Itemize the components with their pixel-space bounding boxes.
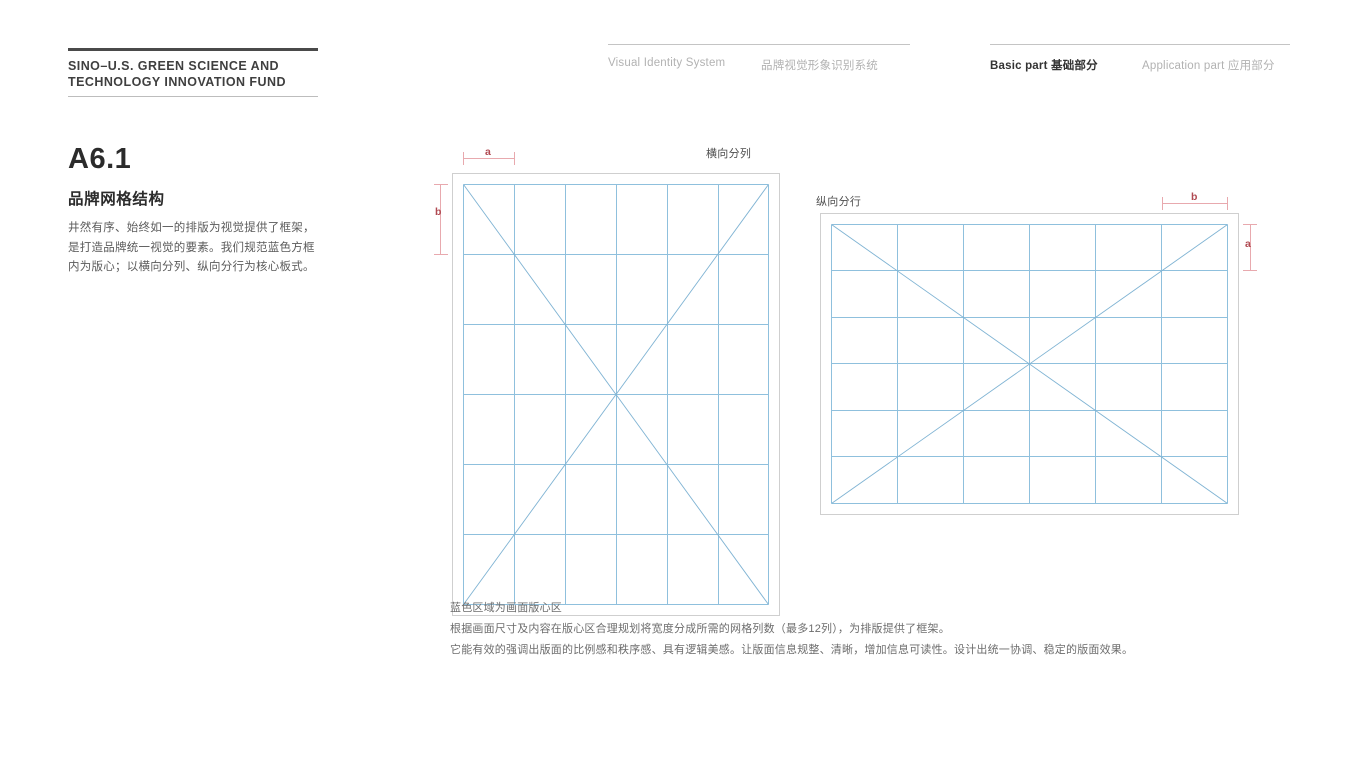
diagram-landscape-label: 纵向分行 (816, 196, 862, 208)
portrait-dim-a-label: a (485, 146, 492, 158)
page-title: 品牌网格结构 (68, 191, 165, 208)
landscape-dim-b-tick-right (1227, 197, 1228, 210)
nav-rule-right (990, 44, 1290, 45)
nav-rule-left (608, 44, 910, 45)
caption-line-1: 蓝色区域为画面版心区 (450, 602, 562, 614)
landscape-grid-area (831, 224, 1228, 504)
portrait-dim-b-tick-bottom (434, 254, 448, 255)
section-description: 井然有序、始终如一的排版为视觉提供了框架，是打造品牌统一视觉的要素。我们规范蓝色… (68, 222, 315, 273)
diagram-landscape: 纵向分行 b a (806, 190, 1266, 535)
portrait-grid-svg (463, 184, 769, 605)
nav-item-visual-identity-system[interactable]: Visual Identity System (608, 57, 761, 73)
portrait-grid-area (463, 184, 769, 605)
caption-line-3: 它能有效的强调出版面的比例感和秩序感、具有逻辑美感。让版面信息规整、清晰，增加信… (450, 644, 1134, 656)
diagram-portrait: 横向分列 a b (434, 140, 784, 616)
brand-rule-bottom (68, 96, 318, 97)
caption-block: 蓝色区域为画面版心区 根据画面尺寸及内容在版心区合理规划将宽度分成所需的网格列数… (450, 598, 1190, 661)
portrait-dim-a-tick-right (514, 152, 515, 165)
portrait-dim-b-tick-top (434, 184, 448, 185)
portrait-dim-a-tick-left (463, 152, 464, 165)
landscape-grid-svg (831, 224, 1228, 504)
landscape-dim-b-label: b (1191, 191, 1198, 203)
portrait-dim-a-line (463, 158, 514, 159)
landscape-dim-b-line (1162, 203, 1228, 204)
nav-item-basic-part[interactable]: Basic part 基础部分 (990, 57, 1142, 73)
landscape-dim-a-tick-bottom (1243, 270, 1257, 271)
portrait-dim-b-line (440, 184, 441, 254)
landscape-dim-a-tick-top (1243, 224, 1257, 225)
portrait-dim-b-label: b (435, 206, 442, 218)
nav-group-parts: Basic part 基础部分 Application part 应用部分 (990, 44, 1290, 73)
diagram-portrait-label: 横向分列 (706, 148, 752, 160)
landscape-dim-a-label: a (1245, 238, 1252, 250)
caption-line-2: 根据画面尺寸及内容在版心区合理规划将宽度分成所需的网格列数（最多12列），为排版… (450, 623, 950, 635)
brand-rule-top (68, 48, 318, 51)
section-code: A6.1 (68, 143, 132, 175)
nav-items-right: Basic part 基础部分 Application part 应用部分 (990, 57, 1290, 73)
landscape-dim-b-tick-left (1162, 197, 1163, 210)
nav-item-application-part[interactable]: Application part 应用部分 (1142, 57, 1275, 73)
nav-item-visual-identity-system-cn[interactable]: 品牌视觉形象识别系统 (761, 57, 878, 73)
brand-name: SINO–U.S. GREEN SCIENCE AND TECHNOLOGY I… (68, 59, 286, 89)
brand-block: SINO–U.S. GREEN SCIENCE AND TECHNOLOGY I… (68, 48, 318, 97)
nav-items-left: Visual Identity System 品牌视觉形象识别系统 (608, 57, 910, 73)
nav-group-identity: Visual Identity System 品牌视觉形象识别系统 (608, 44, 910, 73)
